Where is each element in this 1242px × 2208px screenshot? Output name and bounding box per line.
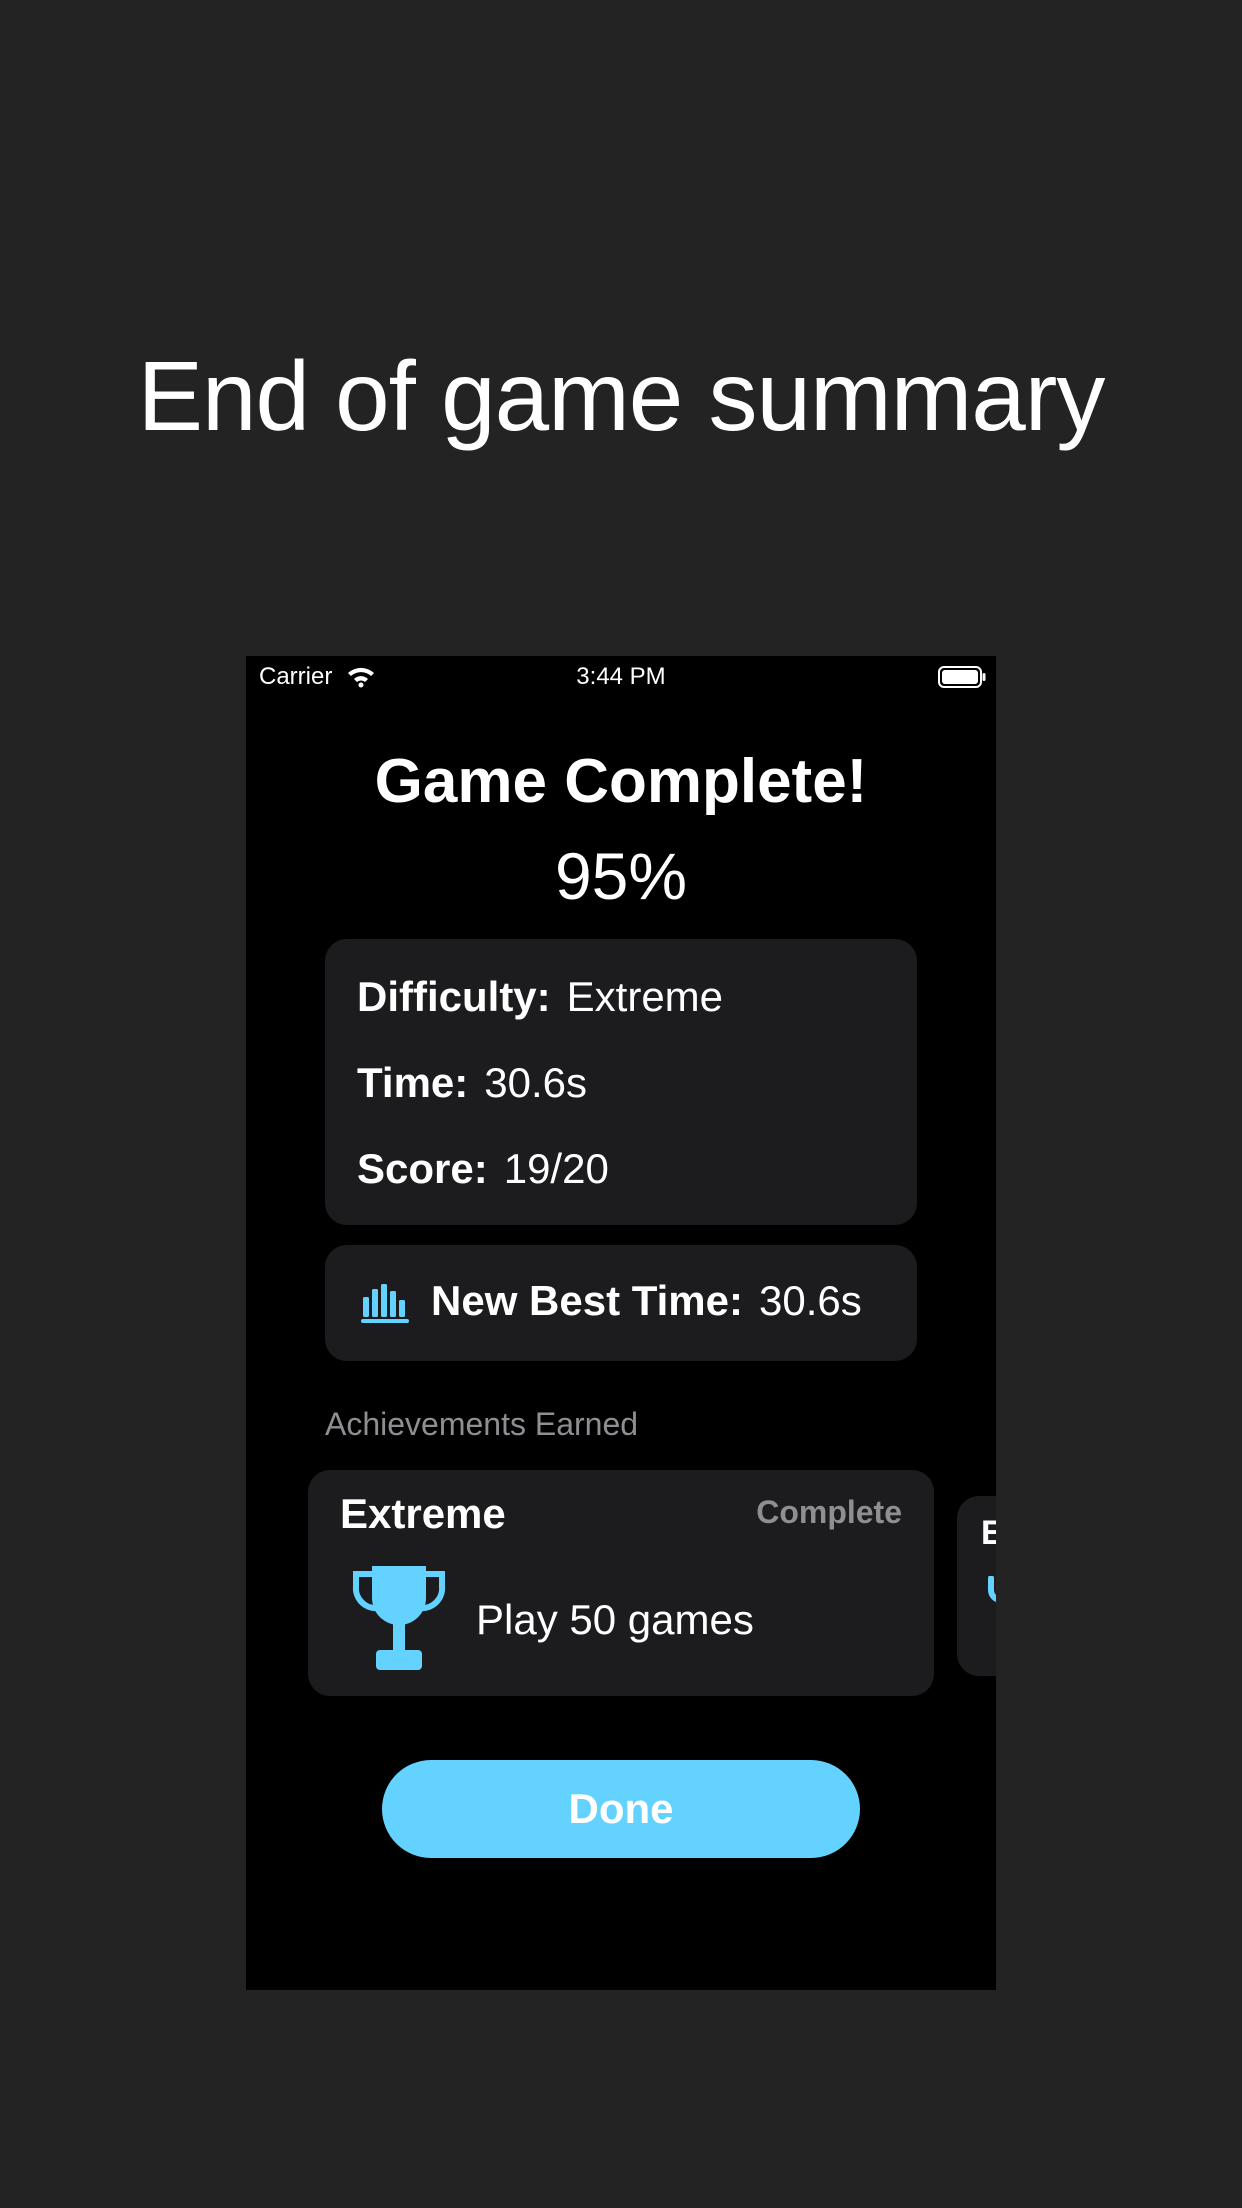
game-complete-title: Game Complete! [374,747,868,816]
stat-value: 19/20 [503,1145,609,1192]
stats-card: Difficulty: Extreme Time: 30.6s Score: 19/2… [325,939,917,1225]
stat-row-difficulty: Difficulty: Extreme [357,973,723,1021]
stat-label: Time: [357,1059,469,1106]
achievement-title: Extreme [340,1490,506,1537]
phone-screen: Carrier 3:44 PM Game Complete! 95% Diffi… [246,656,996,1990]
best-time-text: New Best Time: 30.6s [431,1277,862,1325]
achievement-status: Complete [756,1494,902,1530]
status-bar: Carrier 3:44 PM [246,656,996,696]
achievements-section-label: Achievements Earned [325,1406,639,1442]
stat-value: Extreme [566,973,724,1020]
page-headline: End of game summary [137,341,1106,451]
done-button[interactable]: Done [382,1760,860,1858]
achievement-card[interactable]: Extreme Complete Play 50 games [308,1470,934,1696]
achievement-title: E [981,1514,996,1552]
achievement-card-peek[interactable]: E [957,1496,996,1676]
stat-row-time: Time: 30.6s [357,1059,587,1107]
best-time-label: New Best Time: [431,1277,743,1324]
stat-row-score: Score: 19/20 [357,1145,609,1193]
status-time: 3:44 PM [576,663,666,690]
score-percent: 95% [554,839,688,913]
best-time-value: 30.6s [759,1277,862,1324]
achievement-description: Play 50 games [476,1596,754,1643]
trophy-icon [988,1576,996,1602]
stat-value: 30.6s [484,1059,588,1106]
chart-bar-icon [361,1284,409,1323]
new-best-time-card: New Best Time: 30.6s [325,1245,917,1361]
trophy-icon [352,1566,446,1670]
stat-label: Score: [357,1145,488,1192]
battery-icon [938,666,986,688]
stat-label: Difficulty: [357,973,551,1020]
